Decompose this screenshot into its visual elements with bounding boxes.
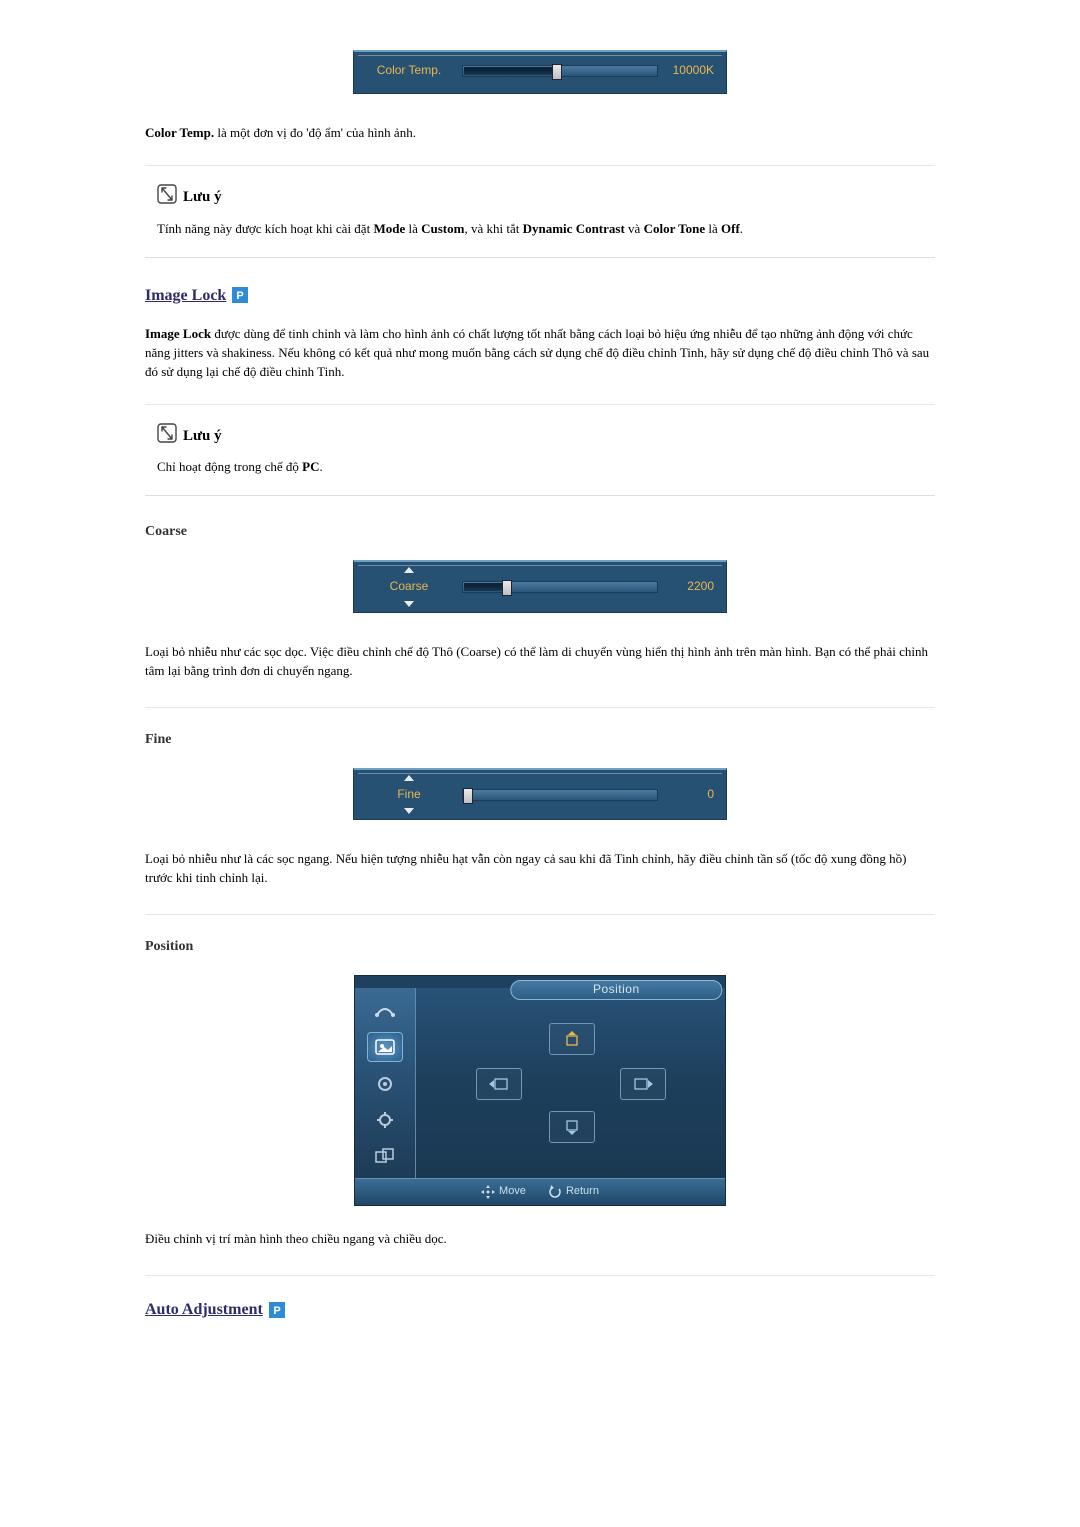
pc-mode-icon: P [232, 287, 248, 303]
hint-return: Return [548, 1184, 599, 1200]
arrow-up-icon [404, 567, 414, 573]
coarse-heading: Coarse [145, 522, 935, 542]
hint-move-label: Move [499, 1184, 526, 1200]
osd-slider-fill [464, 67, 553, 75]
note-title: Lưu ý [183, 187, 222, 209]
divider [145, 1275, 935, 1276]
position-pad-area [416, 988, 725, 1178]
color-temp-description: Color Temp. là một đơn vị đo 'độ ẩm' của… [145, 124, 935, 143]
osd-slider-thumb[interactable] [502, 580, 512, 596]
position-right-button[interactable] [620, 1068, 666, 1100]
position-left-button[interactable] [476, 1068, 522, 1100]
note-text: Tính năng này được kích hoạt khi cài đặt [157, 221, 373, 236]
note-body: Tính năng này được kích hoạt khi cài đặt… [157, 220, 935, 239]
note-heading: Lưu ý [157, 423, 935, 451]
side-multi-icon[interactable] [368, 1142, 402, 1170]
side-input-icon[interactable] [368, 996, 402, 1024]
note-title: Lưu ý [183, 426, 222, 448]
note-bold: Off [721, 221, 740, 236]
note-bold: PC [302, 459, 319, 474]
position-side-menu [355, 988, 416, 1178]
heading-text: Image Lock [145, 284, 226, 307]
osd-value: 2200 [668, 578, 714, 595]
desc-text: được dùng để tinh chỉnh và làm cho hình … [145, 326, 929, 379]
note-text: . [740, 221, 743, 236]
osd-slider-track[interactable] [462, 581, 658, 593]
note-icon [157, 184, 177, 212]
note-bold: Mode [373, 221, 405, 236]
position-dpad [476, 1023, 666, 1143]
note-text: là [405, 221, 421, 236]
osd-label-text: Coarse [390, 579, 429, 593]
return-icon [548, 1185, 562, 1199]
note-box: Lưu ý Chỉ hoạt động trong chế độ PC. [145, 404, 935, 497]
osd-value: 10000K [668, 62, 714, 79]
hint-return-label: Return [566, 1184, 599, 1200]
position-heading: Position [145, 937, 935, 957]
note-bold: Color Tone [644, 221, 706, 236]
osd-slider-track[interactable] [462, 789, 658, 801]
note-text: Chỉ hoạt động trong chế độ [157, 459, 302, 474]
osd-value: 0 [668, 786, 714, 803]
position-osd-title: Position [510, 980, 722, 1000]
osd-row: Color Temp. 10000K [353, 50, 727, 94]
auto-adjustment-heading: Auto Adjustment P [145, 1298, 935, 1321]
heading-text: Auto Adjustment [145, 1298, 263, 1321]
fine-heading: Fine [145, 730, 935, 750]
image-lock-description: Image Lock được dùng để tinh chỉnh và là… [145, 325, 935, 382]
desc-term: Color Temp. [145, 125, 214, 140]
desc-text: là một đơn vị đo 'độ ẩm' của hình ảnh. [214, 125, 416, 140]
osd-label: Coarse [366, 578, 452, 595]
divider [145, 707, 935, 708]
arrow-up-icon [404, 775, 414, 781]
osd-slider-thumb[interactable] [463, 788, 473, 804]
note-icon [157, 423, 177, 451]
coarse-osd: Coarse 2200 [353, 560, 727, 612]
image-lock-heading: Image Lock P [145, 284, 935, 307]
position-osd-body [355, 976, 725, 1178]
position-osd-footer: Move Return [355, 1178, 725, 1205]
coarse-description: Loại bỏ nhiễu như các sọc dọc. Việc điều… [145, 643, 935, 681]
document-page: Color Temp. 10000K Color Temp. là một đơ… [145, 0, 935, 1419]
arrow-down-icon [404, 601, 414, 607]
osd-row: Fine 0 [353, 768, 727, 820]
note-text: là [705, 221, 721, 236]
side-picture-icon[interactable] [367, 1032, 403, 1062]
desc-term: Image Lock [145, 326, 211, 341]
note-box: Lưu ý Tính năng này được kích hoạt khi c… [145, 165, 935, 258]
svg-text:P: P [237, 290, 244, 302]
svg-text:P: P [273, 1305, 280, 1317]
osd-row: Coarse 2200 [353, 560, 727, 612]
position-description: Điều chỉnh vị trí màn hình theo chiều ng… [145, 1230, 935, 1249]
position-down-button[interactable] [549, 1111, 595, 1143]
fine-description: Loại bỏ nhiễu như là các sọc ngang. Nếu … [145, 850, 935, 888]
osd-slider-fill [464, 583, 503, 591]
osd-label: Color Temp. [366, 62, 452, 79]
osd-slider-track[interactable] [462, 65, 658, 77]
divider [145, 914, 935, 915]
hint-move: Move [481, 1184, 526, 1200]
osd-slider-thumb[interactable] [552, 64, 562, 80]
fine-osd: Fine 0 [353, 768, 727, 820]
note-text: , và khi tắt [464, 221, 522, 236]
side-sound-icon[interactable] [368, 1070, 402, 1098]
position-up-button[interactable] [549, 1023, 595, 1055]
note-text: và [625, 221, 644, 236]
position-osd: Position [354, 975, 726, 1206]
move-icon [481, 1185, 495, 1199]
color-temp-osd: Color Temp. 10000K [353, 50, 727, 94]
osd-label-text: Fine [397, 787, 420, 801]
side-setup-icon[interactable] [368, 1106, 402, 1134]
note-heading: Lưu ý [157, 184, 935, 212]
note-text: . [320, 459, 323, 474]
pc-mode-icon: P [269, 1302, 285, 1318]
note-bold: Custom [421, 221, 464, 236]
note-bold: Dynamic Contrast [523, 221, 625, 236]
arrow-down-icon [404, 808, 414, 814]
osd-label: Fine [366, 786, 452, 803]
note-body: Chỉ hoạt động trong chế độ PC. [157, 458, 935, 477]
